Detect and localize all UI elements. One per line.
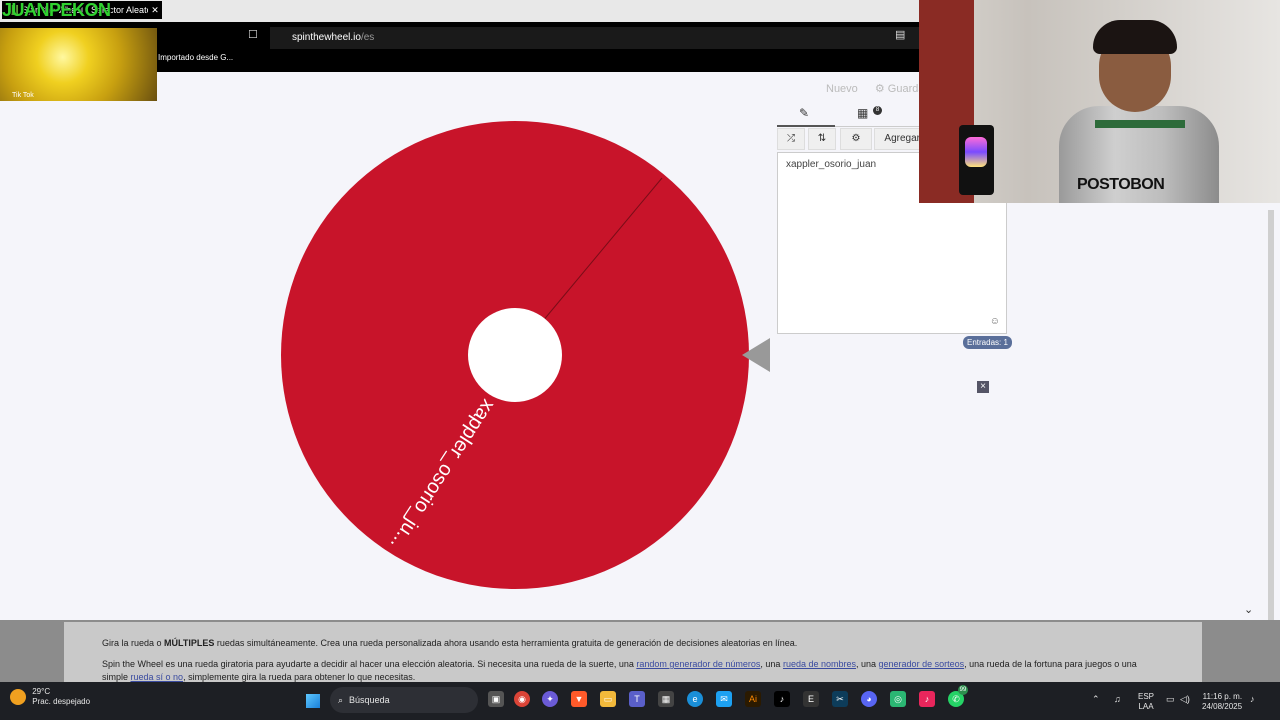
game-app-icon[interactable]: ◎ xyxy=(890,691,906,707)
spin-wheel[interactable]: xappler_osorio_ju... xyxy=(280,120,750,590)
webcam-microphone xyxy=(959,125,994,195)
network-icon[interactable]: ▭ xyxy=(1166,694,1175,705)
edge-icon[interactable]: e xyxy=(687,691,703,707)
weather-widget[interactable]: 29°C Prac. despejado xyxy=(10,687,90,707)
p1-text: Gira la rueda o xyxy=(102,638,165,648)
wheel-pointer xyxy=(742,338,770,372)
info-paragraph-1: Gira la rueda o MÚLTIPLES ruedas simultá… xyxy=(102,638,797,648)
info-paragraph-2: Spin the Wheel es una rueda giratoria pa… xyxy=(102,659,1137,669)
page-scrollbar[interactable] xyxy=(1268,210,1274,680)
language-indicator[interactable]: ESP LAA xyxy=(1138,692,1154,712)
chevron-up-icon[interactable]: ⌃ xyxy=(1092,694,1100,705)
edit-tab-icon[interactable]: ✎ xyxy=(799,106,809,120)
lang-top: ESP xyxy=(1138,692,1155,701)
new-link[interactable]: Nuevo xyxy=(826,83,858,95)
stream-thumbnail: Tik Tok xyxy=(0,28,157,101)
windows-taskbar: 29°C Prac. despejado ⌕ Búsqueda ▣ ◉ ✦ ▼ ▭ … xyxy=(0,682,1280,720)
shuffle-button[interactable]: ⤮ xyxy=(777,128,805,150)
search-icon: ⌕ xyxy=(338,695,344,705)
brave-icon[interactable]: ▼ xyxy=(571,691,587,707)
webcam-overlay: POSTOBON xyxy=(919,0,1280,203)
tab-close-button[interactable]: ✕ xyxy=(148,5,162,16)
p2-text: Spin the Wheel es una rueda giratoria pa… xyxy=(102,659,637,669)
time: 11:16 p. m. xyxy=(1202,692,1243,701)
chevron-down-icon[interactable]: ⌄ xyxy=(1244,603,1253,616)
messages-icon[interactable]: ✉ xyxy=(716,691,732,707)
url-field[interactable]: spinthewheel.io/es xyxy=(270,27,920,49)
weather-icon xyxy=(10,689,26,705)
active-tab-indicator xyxy=(777,125,835,127)
settings-button[interactable]: ⚙ xyxy=(840,128,872,150)
temperature: 29°C xyxy=(32,687,51,696)
p2-sep-2: , una xyxy=(856,659,879,669)
bookmark-icon[interactable]: ☐ xyxy=(248,28,258,41)
chrome-icon[interactable]: ◉ xyxy=(514,691,530,707)
bookmark-item[interactable]: Importado desde G... xyxy=(158,53,233,62)
info-card: Gira la rueda o MÚLTIPLES ruedas simultá… xyxy=(64,622,1202,682)
taskbar-clock[interactable]: 11:16 p. m. 24/08/2025 xyxy=(1202,692,1242,712)
file-explorer-icon[interactable]: ▭ xyxy=(600,691,616,707)
yes-no-wheel-link[interactable]: rueda sí o no xyxy=(131,672,184,682)
tiktok-icon[interactable]: ♪ xyxy=(774,691,790,707)
p2-text-2: , una rueda de la fortuna para juegos o … xyxy=(964,659,1137,669)
notification-bell-icon[interactable]: ♪ xyxy=(1250,694,1255,704)
info-paragraph-3: simple rueda sí o no, simplemente gira l… xyxy=(102,672,415,682)
clipboard-tab-icon[interactable]: ▦ xyxy=(857,106,868,120)
epic-games-icon[interactable]: E xyxy=(803,691,819,707)
p2-sep-1: , una xyxy=(760,659,783,669)
lang-bottom: LAA xyxy=(1138,702,1154,711)
illustrator-icon[interactable]: Ai xyxy=(745,691,761,707)
task-view-icon[interactable]: ▣ xyxy=(488,691,504,707)
store-icon[interactable]: ▦ xyxy=(658,691,674,707)
search-placeholder: Búsqueda xyxy=(349,695,390,705)
tiktok-studio-icon[interactable]: ♪ xyxy=(919,691,935,707)
windows-start-icon[interactable] xyxy=(306,694,320,708)
raffle-generator-link[interactable]: generador de sorteos xyxy=(879,659,965,669)
p3-text: simple xyxy=(102,672,131,682)
emoji-icon[interactable]: ☺ xyxy=(990,316,1000,327)
clipboard-badge: 8 xyxy=(873,106,882,115)
url-path: /es xyxy=(360,32,375,43)
streamer-hair xyxy=(1093,20,1177,54)
thumbnail-label: Tik Tok xyxy=(12,92,34,99)
close-icon[interactable]: × xyxy=(977,381,989,393)
taskbar-search[interactable]: ⌕ Búsqueda xyxy=(330,687,478,713)
microphone-icon[interactable]: ♫ xyxy=(1114,694,1121,704)
streamer-figure: POSTOBON xyxy=(1059,20,1219,203)
capcut-icon[interactable]: ✂ xyxy=(832,691,848,707)
number-generator-link[interactable]: random generador de números xyxy=(636,659,760,669)
p3-text-2: , simplemente gira la rueda para obtener… xyxy=(183,672,416,682)
entries-count-badge: Entradas: 1 xyxy=(963,336,1012,349)
discord-icon[interactable]: ◕ xyxy=(861,691,877,707)
info-section: Gira la rueda o MÚLTIPLES ruedas simultá… xyxy=(0,620,1280,682)
entry-text: xappler_osorio_juan xyxy=(786,159,877,170)
copilot-icon[interactable]: ✦ xyxy=(542,691,558,707)
volume-icon[interactable]: ◁) xyxy=(1180,694,1190,705)
weather-text: 29°C Prac. despejado xyxy=(32,687,90,707)
url-domain: spinthewheel.io xyxy=(292,32,361,43)
weather-description: Prac. despejado xyxy=(32,697,91,706)
whatsapp-badge: 99 xyxy=(958,685,968,695)
sort-button[interactable]: ⇅ xyxy=(808,128,836,150)
shirt-text: POSTOBON xyxy=(1077,176,1165,193)
date: 24/08/2025 xyxy=(1202,702,1243,711)
teams-icon[interactable]: T xyxy=(629,691,645,707)
p1-bold: MÚLTIPLES xyxy=(164,638,215,648)
streamer-name-overlay: JUANPEKON xyxy=(2,0,111,20)
reader-mode-icon[interactable]: ▤ xyxy=(895,28,905,41)
p1-text-2: ruedas simultáneamente. Crea una rueda p… xyxy=(214,638,798,648)
wheel-hub xyxy=(468,308,562,402)
name-wheel-link[interactable]: rueda de nombres xyxy=(783,659,856,669)
mic-rgb-light xyxy=(965,137,987,167)
shirt-stripe xyxy=(1095,120,1185,128)
